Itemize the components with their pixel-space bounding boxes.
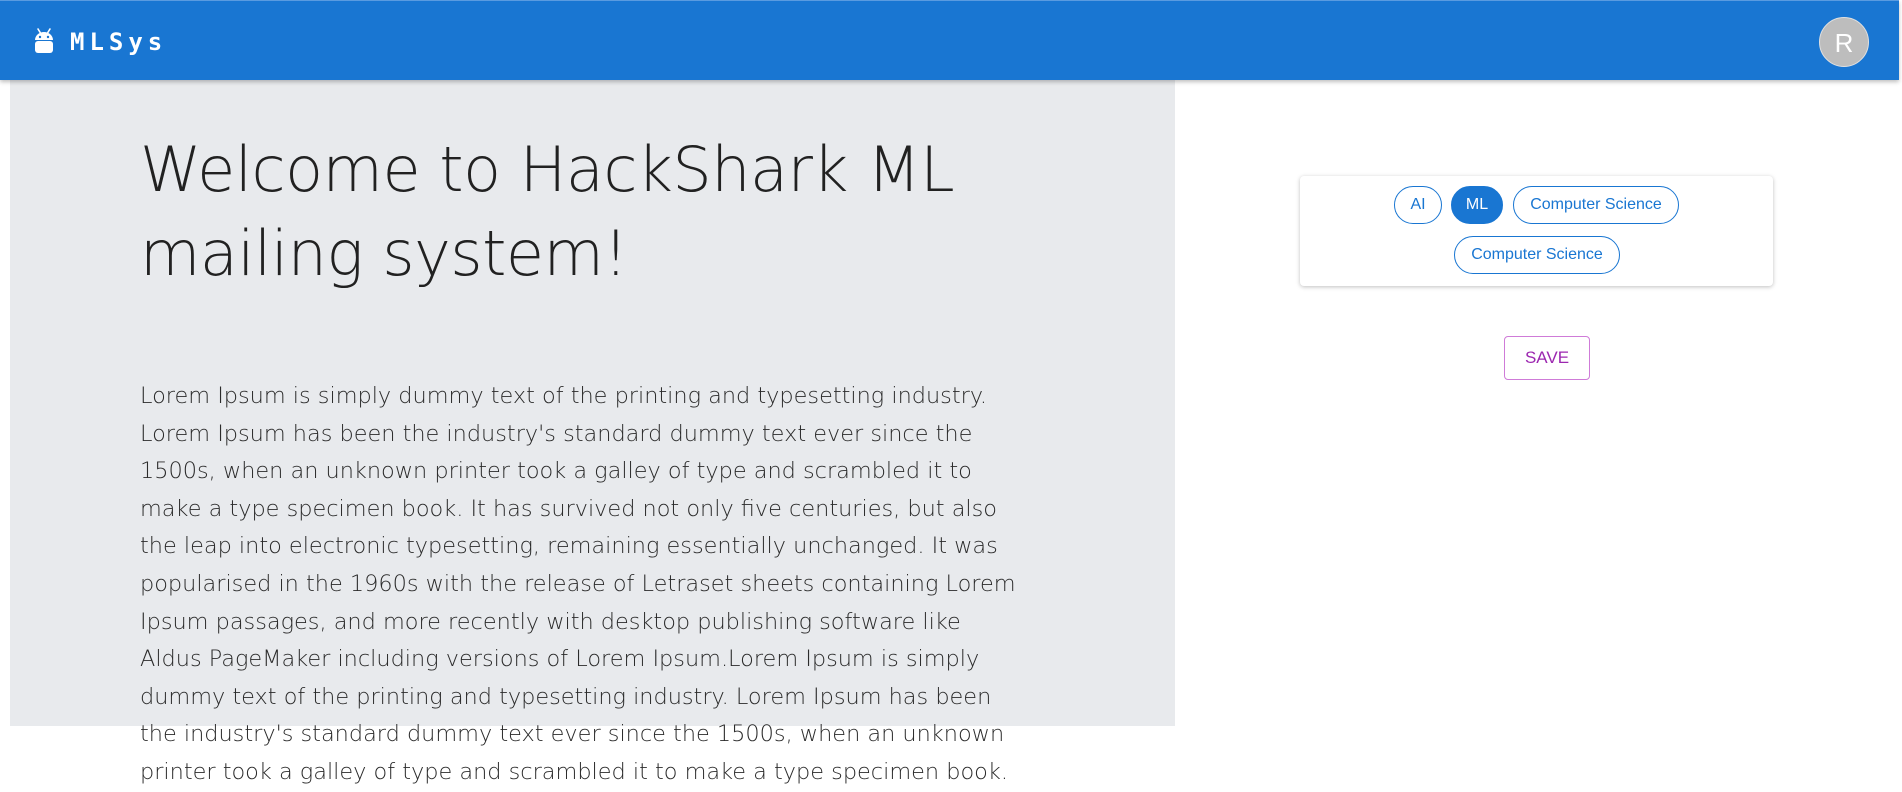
page-title: Welcome to HackShark ML mailing system! xyxy=(140,133,955,290)
chip-ai[interactable]: AI xyxy=(1394,186,1442,224)
chip-computer-science[interactable]: Computer Science xyxy=(1513,186,1679,224)
app-bar: MLSys R xyxy=(0,0,1899,80)
android-icon xyxy=(35,28,53,53)
avatar[interactable]: R xyxy=(1819,17,1869,67)
topic-chips-card: AI ML Computer Science Computer Science xyxy=(1300,176,1773,286)
intro-text: Lorem Ipsum is simply dummy text of the … xyxy=(140,383,1016,785)
chip-ml[interactable]: ML xyxy=(1451,186,1503,224)
save-button[interactable]: SAVE xyxy=(1504,336,1590,380)
chip-computer-science[interactable]: Computer Science xyxy=(1454,236,1620,274)
app-brand[interactable]: MLSys xyxy=(70,27,167,57)
